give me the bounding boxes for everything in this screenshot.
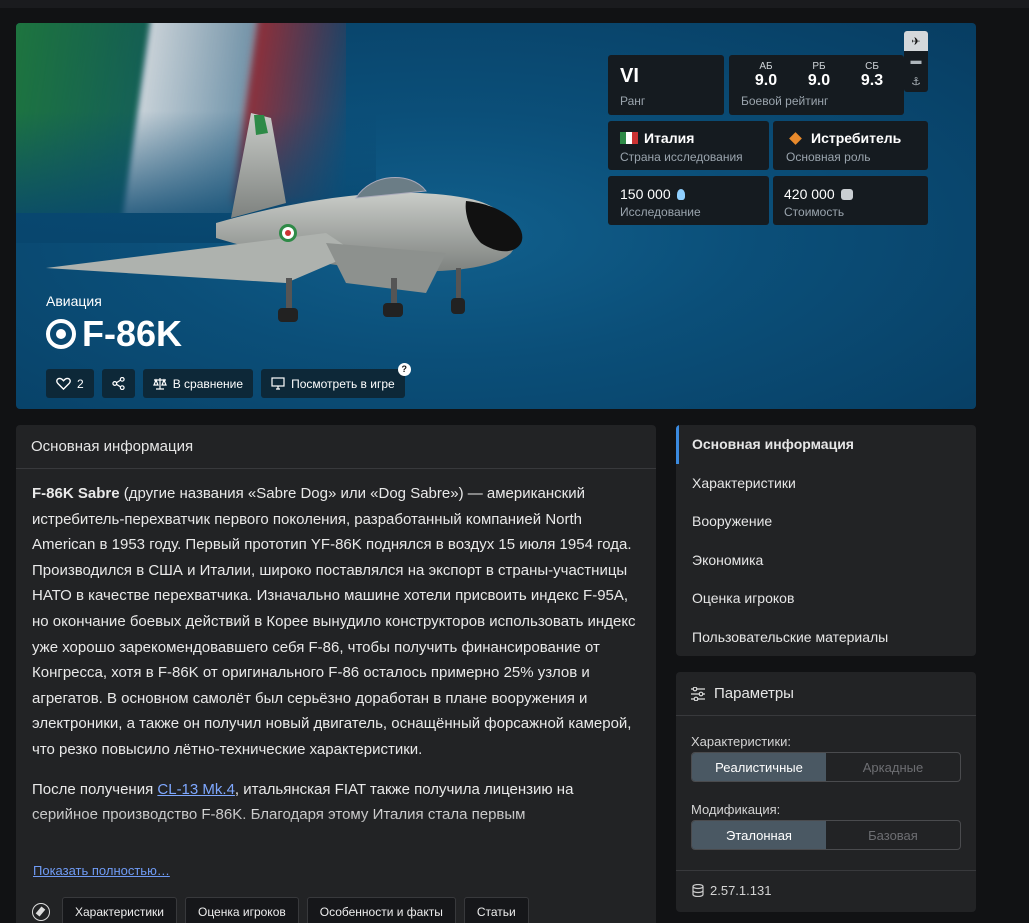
nav-item-player-ratings[interactable]: Оценка игроков xyxy=(676,579,976,618)
realistic-option[interactable]: Реалистичные xyxy=(692,753,826,781)
research-label: Исследование xyxy=(620,205,701,219)
country-value: Италия xyxy=(644,130,695,146)
rank-value: VI xyxy=(620,65,639,87)
description-paragraph-1: F-86K Sabre (другие названия «Sabre Dog»… xyxy=(32,485,636,758)
compass-icon xyxy=(32,903,50,921)
info-tags: Характеристики Оценка игроков Особенност… xyxy=(32,897,529,923)
rank-label: Ранг xyxy=(620,94,646,108)
parameters-heading: Параметры xyxy=(676,672,976,716)
role-card: Истребитель Основная роль xyxy=(773,121,928,170)
show-more-link[interactable]: Показать полностью… xyxy=(33,863,170,878)
parameters-panel: Параметры Характеристики: Реалистичные А… xyxy=(676,672,976,912)
boat-mode-icon[interactable]: ⚓ xyxy=(904,71,928,91)
view-in-game-button[interactable]: Посмотреть в игре ? xyxy=(261,363,411,398)
italy-flag-icon xyxy=(620,132,638,144)
vehicle-title: F-86K xyxy=(46,313,182,355)
plane-mode-icon[interactable]: ✈ xyxy=(904,31,928,51)
reference-option[interactable]: Эталонная xyxy=(692,821,826,849)
heart-icon xyxy=(56,377,71,390)
nav-item-characteristics[interactable]: Характеристики xyxy=(676,464,976,503)
cl13-link[interactable]: CL-13 Mk.4 xyxy=(157,781,235,798)
role-label: Основная роль xyxy=(786,150,871,164)
arcade-option[interactable]: Аркадные xyxy=(826,753,960,781)
role-value: Истребитель xyxy=(811,130,902,146)
rank-card: VI Ранг xyxy=(608,55,724,115)
view-in-game-label: Посмотреть в игре xyxy=(291,376,395,391)
modification-toggle: Эталонная Базовая xyxy=(691,820,961,850)
hero-actions: 2 В сравнение Посмотреть в игре ? xyxy=(46,363,411,398)
monitor-icon xyxy=(271,377,285,390)
characteristics-label: Характеристики: xyxy=(691,734,792,749)
section-nav: Основная информация Характеристики Воору… xyxy=(676,425,976,656)
research-bulb-icon xyxy=(676,188,685,200)
silver-lions-icon xyxy=(840,188,853,200)
version-number: 2.57.1.131 xyxy=(710,883,772,898)
roundel-icon xyxy=(46,319,76,349)
vehicle-category: Авиация xyxy=(46,293,102,309)
base-option[interactable]: Базовая xyxy=(826,821,960,849)
tag-articles[interactable]: Статьи xyxy=(463,897,529,923)
ship-mode-icon[interactable]: ▬ xyxy=(904,51,928,71)
br-ab: АБ 9.0 xyxy=(754,61,778,89)
nav-item-armament[interactable]: Вооружение xyxy=(676,502,976,541)
main-info-heading: Основная информация xyxy=(16,425,656,469)
research-value: 150 000 xyxy=(620,186,671,202)
main-info-text: F-86K Sabre (другие названия «Sabre Dog»… xyxy=(16,469,656,828)
nav-item-economy[interactable]: Экономика xyxy=(676,541,976,580)
top-bar xyxy=(0,0,1029,8)
help-icon[interactable]: ? xyxy=(397,363,411,376)
research-card: 150 000 Исследование xyxy=(608,176,769,225)
characteristics-mode-toggle: Реалистичные Аркадные xyxy=(691,752,961,782)
game-version: 2.57.1.131 xyxy=(676,870,976,910)
tag-characteristics[interactable]: Характеристики xyxy=(62,897,177,923)
cost-label: Стоимость xyxy=(784,205,845,219)
main-info-panel: Основная информация F-86K Sabre (другие … xyxy=(16,425,656,923)
nav-item-user-content[interactable]: Пользовательские материалы xyxy=(676,618,976,657)
cost-value: 420 000 xyxy=(784,186,835,202)
modification-label: Модификация: xyxy=(691,802,781,817)
share-icon xyxy=(112,377,125,390)
cost-card: 420 000 Стоимость xyxy=(773,176,928,225)
br-rb: РБ 9.0 xyxy=(807,61,831,89)
country-label: Страна исследования xyxy=(620,150,743,164)
battle-rating-card: АБ 9.0 РБ 9.0 СБ 9.3 Боевой рейтинг xyxy=(729,55,904,115)
country-card: Италия Страна исследования xyxy=(608,121,769,170)
like-count: 2 xyxy=(77,376,84,391)
br-sb: СБ 9.3 xyxy=(860,61,884,89)
compare-button[interactable]: В сравнение xyxy=(142,369,254,398)
share-button[interactable] xyxy=(101,369,135,398)
sliders-icon xyxy=(691,686,705,701)
nav-item-main-info[interactable]: Основная информация xyxy=(676,425,976,464)
vehicle-name: F-86K xyxy=(82,313,183,354)
compare-label: В сравнение xyxy=(172,376,244,391)
fighter-role-icon xyxy=(789,132,802,145)
battle-rating-label: Боевой рейтинг xyxy=(741,94,829,108)
database-icon xyxy=(692,884,704,897)
scales-icon xyxy=(152,378,167,390)
tag-player-ratings[interactable]: Оценка игроков xyxy=(184,897,299,923)
vehicle-type-switch: ✈ ▬ ⚓ xyxy=(904,31,928,92)
tag-facts[interactable]: Особенности и факты xyxy=(306,897,456,923)
like-button[interactable]: 2 xyxy=(46,369,94,398)
